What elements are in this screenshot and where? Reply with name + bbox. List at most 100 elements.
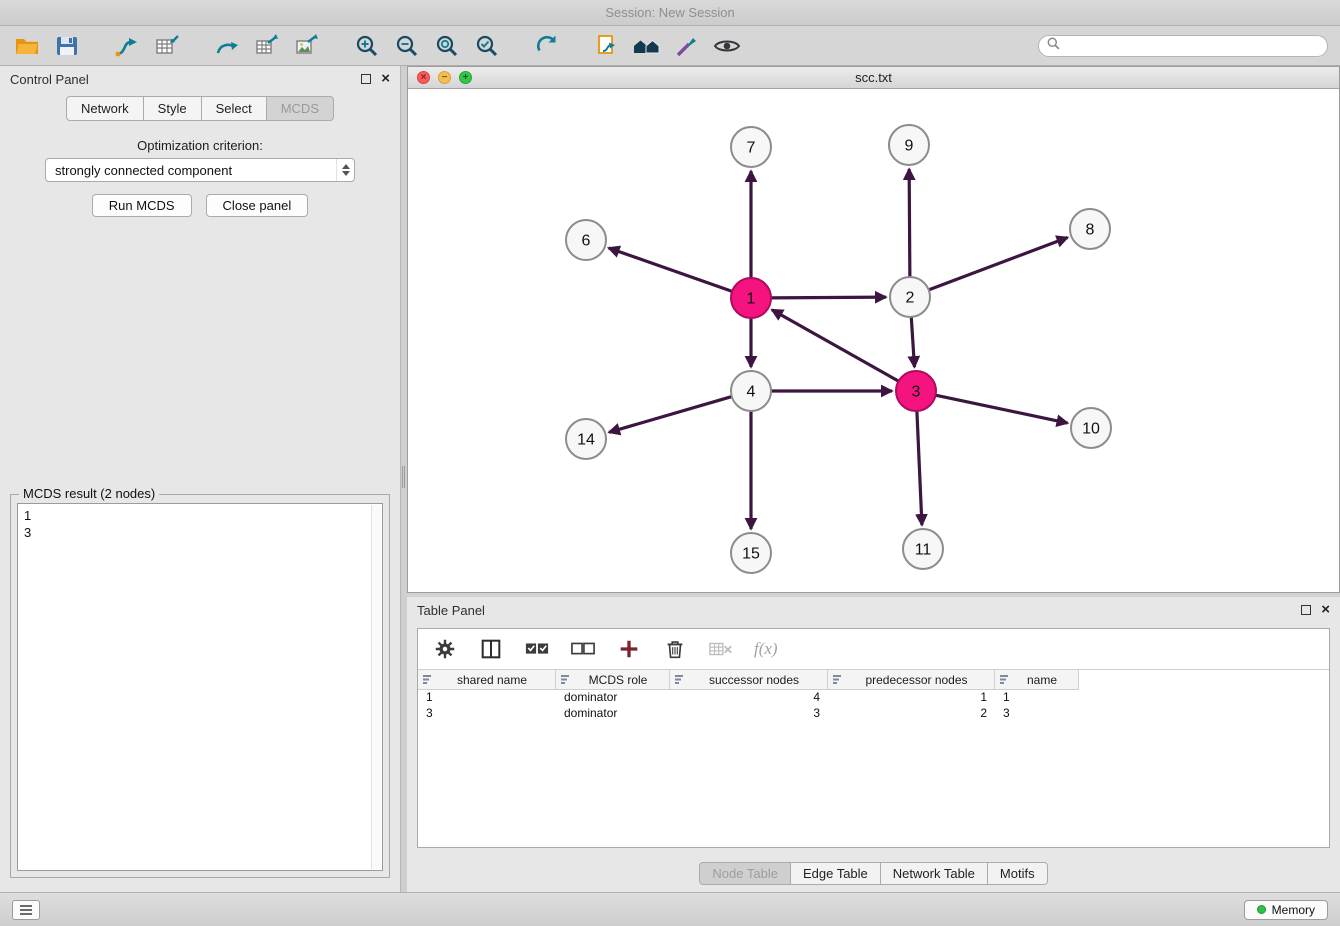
edge-4-14[interactable] [609, 397, 732, 433]
window-title: Session: New Session [605, 5, 734, 20]
tab-edge-table[interactable]: Edge Table [791, 862, 881, 885]
edge-2-9[interactable] [909, 169, 910, 277]
tab-select[interactable]: Select [202, 96, 267, 121]
svg-text:6: 6 [582, 233, 591, 250]
mcds-result-title: MCDS result (2 nodes) [19, 486, 159, 501]
svg-text:7: 7 [747, 140, 756, 157]
svg-text:11: 11 [915, 542, 932, 559]
cell-successor-nodes[interactable]: 4 [670, 690, 828, 706]
cell-predecessor-nodes[interactable]: 1 [828, 690, 995, 706]
clear-selection-icon[interactable] [570, 636, 596, 662]
edge-1-2[interactable] [771, 297, 886, 298]
float-window-icon[interactable] [361, 74, 371, 84]
save-icon[interactable] [52, 31, 82, 61]
tab-node-table[interactable]: Node Table [699, 862, 791, 885]
edge-3-11[interactable] [917, 411, 922, 525]
close-icon[interactable]: × [381, 74, 390, 84]
tab-style[interactable]: Style [144, 96, 202, 121]
graph-node-11[interactable]: 11 [903, 529, 943, 569]
columns-icon[interactable] [478, 636, 504, 662]
cell-predecessor-nodes[interactable]: 2 [828, 706, 995, 722]
result-scrollbar[interactable] [371, 505, 381, 869]
edge-2-3[interactable] [911, 317, 914, 367]
cell-name[interactable]: 1 [995, 690, 1079, 706]
maximize-window-icon[interactable]: + [459, 71, 472, 84]
cell-successor-nodes[interactable]: 3 [670, 706, 828, 722]
export-table-icon[interactable] [252, 31, 282, 61]
table-row[interactable]: 1 dominator 4 1 1 [418, 690, 1329, 706]
style-brush-icon[interactable] [672, 31, 702, 61]
minimize-window-icon[interactable]: − [438, 71, 451, 84]
open-folder-icon[interactable] [12, 31, 42, 61]
cell-name[interactable]: 3 [995, 706, 1079, 722]
neighbors-icon[interactable] [632, 31, 662, 61]
import-network-icon[interactable] [112, 31, 142, 61]
zoom-in-icon[interactable] [352, 31, 382, 61]
export-network-icon[interactable] [212, 31, 242, 61]
svg-text:4: 4 [747, 384, 756, 401]
graph-node-2[interactable]: 2 [890, 277, 930, 317]
tab-mcds[interactable]: MCDS [267, 96, 334, 121]
export-image-icon[interactable] [292, 31, 322, 61]
graph-node-15[interactable]: 15 [731, 533, 771, 573]
mcds-result-group: MCDS result (2 nodes) 1 3 [10, 494, 390, 878]
delete-column-icon[interactable] [708, 636, 734, 662]
tab-network[interactable]: Network [66, 96, 144, 121]
graph-node-6[interactable]: 6 [566, 220, 606, 260]
cell-mcds-role[interactable]: dominator [556, 706, 670, 722]
refresh-icon[interactable] [532, 31, 562, 61]
column-header-name[interactable]: name [995, 670, 1079, 690]
network-graph[interactable]: 7 9 6 8 1 2 4 3 14 10 15 11 [408, 89, 1339, 592]
function-builder-icon[interactable]: f(x) [754, 639, 778, 659]
graph-node-14[interactable]: 14 [566, 419, 606, 459]
table-row[interactable]: 3 dominator 3 2 3 [418, 706, 1329, 722]
mcds-result-line: 1 [24, 507, 376, 524]
graph-node-10[interactable]: 10 [1071, 408, 1111, 448]
zoom-out-icon[interactable] [392, 31, 422, 61]
task-history-button[interactable] [12, 900, 40, 920]
import-table-icon[interactable] [152, 31, 182, 61]
network-canvas[interactable]: 7 9 6 8 1 2 4 3 14 10 15 11 [408, 89, 1339, 592]
tab-motifs[interactable]: Motifs [988, 862, 1048, 885]
search-field[interactable] [1038, 35, 1328, 57]
graph-node-9[interactable]: 9 [889, 125, 929, 165]
add-icon[interactable] [616, 636, 642, 662]
gear-icon[interactable] [432, 636, 458, 662]
optimization-criterion-select[interactable]: strongly connected component [45, 158, 355, 182]
close-icon[interactable]: × [1321, 605, 1330, 615]
column-header-shared-name[interactable]: shared name [418, 670, 556, 690]
trash-icon[interactable] [662, 636, 688, 662]
cell-mcds-role[interactable]: dominator [556, 690, 670, 706]
window-titlebar: Session: New Session [0, 0, 1340, 26]
network-window-titlebar[interactable]: × − + scc.txt [408, 67, 1339, 89]
graph-node-7[interactable]: 7 [731, 127, 771, 167]
eye-icon[interactable] [712, 31, 742, 61]
memory-button[interactable]: Memory [1244, 900, 1328, 920]
zoom-selected-icon[interactable] [472, 31, 502, 61]
tab-network-table[interactable]: Network Table [881, 862, 988, 885]
column-header-successor-nodes[interactable]: successor nodes [670, 670, 828, 690]
close-window-icon[interactable]: × [417, 71, 430, 84]
select-all-icon[interactable] [524, 636, 550, 662]
edge-3-10[interactable] [936, 395, 1068, 423]
cell-shared-name[interactable]: 3 [418, 706, 556, 722]
run-mcds-button[interactable]: Run MCDS [92, 194, 192, 217]
svg-text:9: 9 [905, 138, 914, 155]
graph-node-4[interactable]: 4 [731, 371, 771, 411]
graph-node-1[interactable]: 1 [731, 278, 771, 318]
edge-2-8[interactable] [929, 237, 1068, 289]
search-input[interactable] [1066, 39, 1319, 53]
table-header-row: shared name MCDS role successor nodes pr… [418, 669, 1329, 690]
copy-document-icon[interactable] [592, 31, 622, 61]
graph-node-3[interactable]: 3 [896, 371, 936, 411]
mcds-result-list[interactable]: 1 3 [17, 503, 383, 871]
float-window-icon[interactable] [1301, 605, 1311, 615]
edge-1-6[interactable] [609, 248, 732, 291]
edge-3-1[interactable] [772, 310, 899, 381]
cell-shared-name[interactable]: 1 [418, 690, 556, 706]
close-panel-button[interactable]: Close panel [206, 194, 309, 217]
column-header-mcds-role[interactable]: MCDS role [556, 670, 670, 690]
graph-node-8[interactable]: 8 [1070, 209, 1110, 249]
column-header-predecessor-nodes[interactable]: predecessor nodes [828, 670, 995, 690]
zoom-fit-icon[interactable] [432, 31, 462, 61]
